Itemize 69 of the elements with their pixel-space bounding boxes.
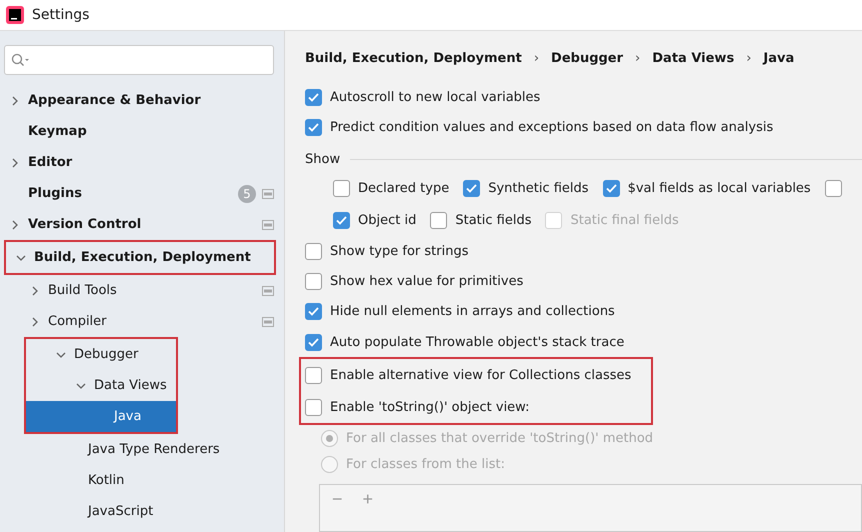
check-icon (308, 122, 319, 132)
tree-item[interactable]: Build Tools (0, 275, 284, 306)
checkbox[interactable] (463, 180, 480, 197)
checkbox[interactable] (305, 273, 322, 290)
checkbox-option[interactable]: Static fields (430, 204, 532, 236)
checkbox[interactable] (824, 180, 842, 197)
chevron-right-icon[interactable] (10, 158, 20, 168)
checkbox[interactable] (305, 303, 322, 320)
chevron-right-icon[interactable] (30, 286, 40, 296)
tree-item[interactable]: Compiler (0, 306, 284, 337)
tree-item[interactable]: Plugins 5 (0, 178, 284, 209)
tree-item[interactable]: Build, Execution, Deployment (6, 242, 274, 273)
check-icon (308, 92, 319, 102)
group-title: Show (305, 152, 340, 167)
checkbox-option[interactable]: $val fields as local variables (602, 172, 811, 204)
app-logo-icon (6, 6, 24, 24)
checkbox-option[interactable]: Autoscroll to new local variables (305, 82, 862, 112)
checkbox[interactable] (333, 212, 350, 229)
tree-item[interactable]: Keymap (0, 116, 284, 147)
count-badge: 5 (238, 184, 256, 202)
checkbox-option[interactable]: Synthetic fields (463, 172, 589, 204)
breadcrumb-separator: › (746, 51, 752, 66)
check-icon (336, 216, 347, 225)
window-title: Settings (32, 7, 90, 23)
checkbox[interactable] (305, 334, 322, 351)
chevron-down-icon[interactable] (16, 252, 26, 262)
chevron-down-icon[interactable] (76, 380, 86, 390)
tree-item[interactable]: Appearance & Behavior (0, 85, 284, 116)
tree-item[interactable]: Data Views (26, 370, 176, 401)
chevron-right-icon[interactable] (10, 96, 20, 106)
checkbox[interactable] (305, 243, 322, 260)
checkbox-option[interactable]: Hide null elements in arrays and collections (305, 296, 862, 328)
checkbox[interactable] (305, 398, 322, 416)
chevron-right-icon[interactable] (30, 316, 40, 326)
breadcrumb[interactable]: Debugger (551, 51, 624, 66)
tree-item[interactable]: Debugger (26, 339, 176, 370)
checkbox-option[interactable]: Auto populate Throwable object's stack trace (305, 327, 862, 358)
search-icon (11, 53, 31, 67)
tree-item[interactable]: Editor (0, 147, 284, 178)
checkbox-option[interactable]: Show hex value for primitives (305, 266, 862, 297)
checkbox[interactable] (430, 212, 448, 229)
checkbox-option[interactable]: Declared type (333, 172, 450, 204)
checkbox[interactable] (305, 366, 322, 384)
chevron-right-icon[interactable] (10, 220, 20, 230)
check-icon (308, 307, 319, 316)
breadcrumb[interactable]: Build, Execution, Deployment (305, 51, 522, 66)
checkbox[interactable] (333, 180, 350, 197)
check-icon (466, 184, 478, 193)
check-icon (308, 338, 319, 347)
checkbox-option[interactable]: Object id (333, 204, 416, 236)
breadcrumb[interactable]: Data Views (652, 51, 734, 66)
checkbox-option[interactable]: Show type for strings (305, 236, 862, 267)
checkbox-option[interactable]: Predict condition values and exceptions based on data flow analysis (305, 112, 862, 142)
tree-item[interactable]: JavaScript (0, 496, 284, 527)
tree-item[interactable]: Kotlin (0, 465, 284, 496)
checkbox-option[interactable]: Enable 'toString()' object view: (305, 391, 632, 424)
checkbox[interactable] (305, 118, 322, 136)
check-icon (606, 184, 617, 193)
tree-item[interactable]: Java (26, 401, 176, 432)
tree-item[interactable]: Java Type Renderers (0, 434, 284, 465)
breadcrumb-separator: › (534, 51, 540, 66)
chevron-down-icon[interactable] (56, 350, 66, 360)
breadcrumb[interactable]: Java (763, 51, 794, 66)
breadcrumb-separator: › (635, 51, 640, 66)
search-field[interactable] (4, 45, 274, 75)
checkbox[interactable] (602, 180, 620, 197)
checkbox[interactable] (305, 88, 322, 106)
tree-item[interactable]: Version Control (0, 209, 284, 240)
checkbox-option[interactable]: Enable alternative view for Collections classes (305, 359, 632, 392)
